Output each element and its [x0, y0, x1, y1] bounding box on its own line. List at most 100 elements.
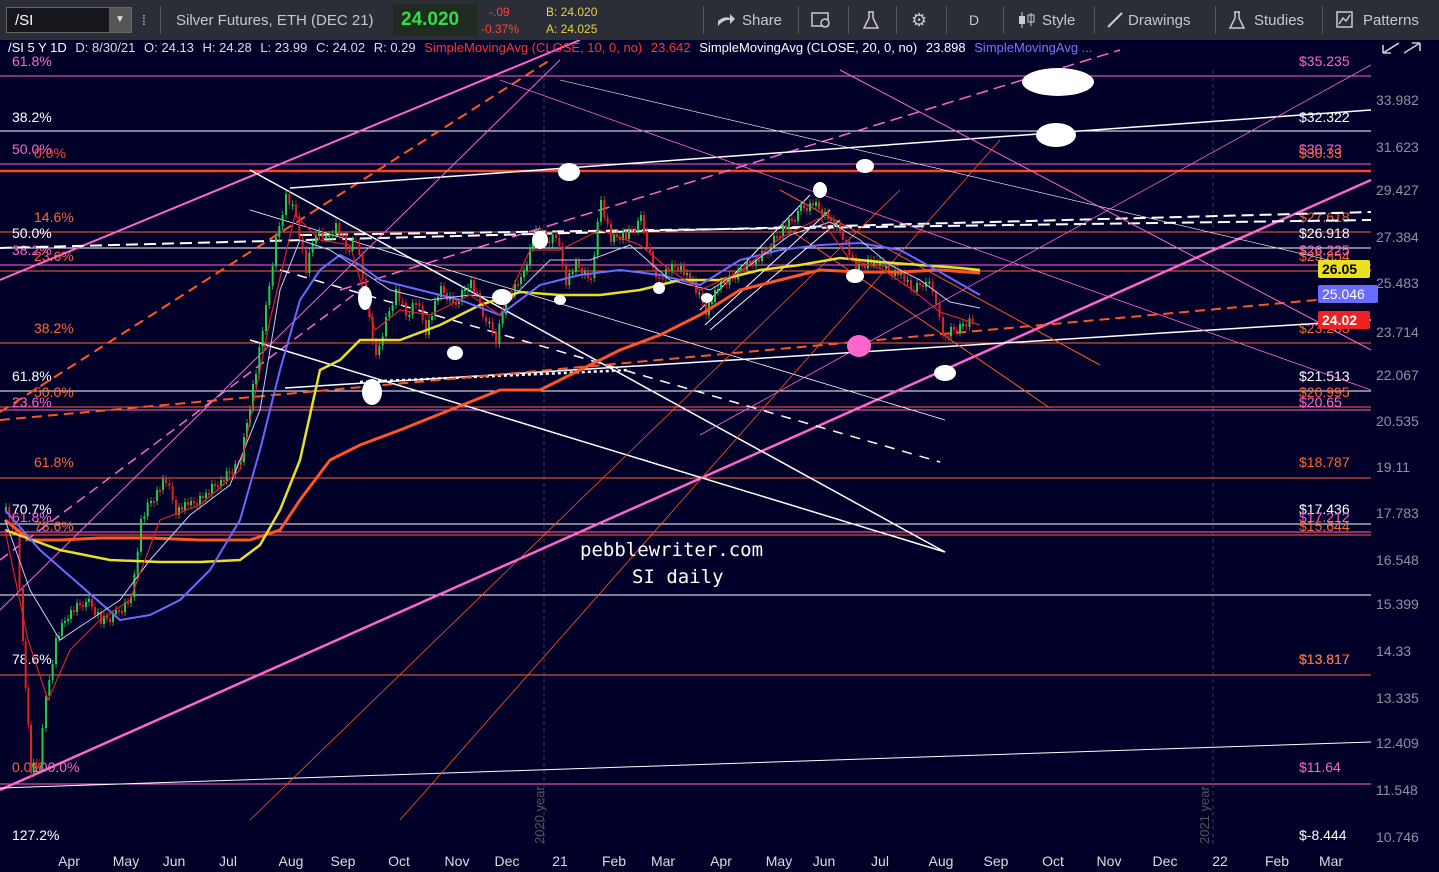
annotation-marker[interactable] — [856, 159, 874, 173]
candle — [301, 238, 304, 250]
fib-level-left-label: 14.6% — [34, 209, 74, 225]
bar-range: R: 0.29 — [373, 40, 416, 55]
candle — [82, 605, 84, 607]
candle — [431, 316, 433, 320]
candle — [523, 271, 525, 277]
candle — [24, 641, 27, 689]
period-selector[interactable]: D — [969, 0, 979, 40]
candle — [473, 280, 475, 292]
candle — [205, 493, 207, 498]
sma-more-label[interactable]: SimpleMovingAvg ... — [974, 40, 1092, 55]
candle — [947, 335, 950, 338]
studies-lab-button[interactable] — [862, 0, 880, 40]
symbol-input[interactable]: /SI ▼ — [6, 7, 132, 33]
candle — [649, 247, 651, 252]
annotation-marker[interactable] — [492, 289, 512, 305]
candle — [271, 266, 274, 286]
fib-level-left-label: 61.8% — [34, 454, 74, 470]
candle — [338, 223, 341, 236]
annotation-marker[interactable] — [358, 286, 372, 310]
candle — [962, 324, 964, 326]
candle — [806, 208, 808, 211]
style-button[interactable]: Style — [1016, 0, 1075, 40]
candle — [482, 305, 484, 317]
annotation-marker[interactable] — [653, 282, 665, 294]
annotation-marker[interactable] — [362, 379, 382, 405]
candle — [181, 507, 183, 510]
fib-level-price-label: $30.33 — [1299, 145, 1342, 161]
bar-date: D: 8/30/21 — [75, 40, 136, 55]
candle — [578, 261, 580, 268]
annotation-marker[interactable] — [846, 269, 864, 283]
candle — [548, 241, 551, 244]
candle — [794, 220, 796, 222]
annotation-marker[interactable] — [847, 335, 871, 357]
time-tick: Dec — [1153, 853, 1178, 869]
candle — [610, 223, 612, 242]
candle — [637, 221, 639, 231]
candle — [634, 230, 636, 232]
candle — [355, 240, 357, 243]
annotation-marker[interactable] — [554, 295, 566, 305]
annotation-marker[interactable] — [813, 182, 827, 198]
annotation-marker[interactable] — [1022, 68, 1094, 96]
chart-settings-button[interactable] — [811, 0, 833, 40]
candle — [485, 317, 487, 322]
candle — [41, 728, 44, 765]
candle — [758, 260, 760, 262]
percent-change: -0.37% — [481, 22, 520, 36]
fib-level-left-label: 50.0% — [12, 225, 52, 241]
gear-icon[interactable]: ⚙ — [911, 0, 927, 40]
candle — [70, 610, 72, 619]
annotation-marker[interactable] — [532, 231, 548, 249]
sma10-label[interactable]: SimpleMovingAvg (CLOSE, 10, 0, no) — [424, 40, 642, 55]
annotation-marker[interactable] — [701, 293, 713, 303]
candle — [345, 236, 347, 250]
candle — [51, 664, 54, 680]
fib-level-left-label: 23.6% — [12, 394, 52, 410]
annotation-marker[interactable] — [934, 365, 956, 381]
fib-level-price-label: $26.918 — [1299, 225, 1350, 241]
price-chart[interactable]: 61.8%38.2%50.0%0.0%14.6%50.0%38.2%23.6%3… — [0, 40, 1439, 872]
candle — [168, 483, 171, 486]
candle — [495, 332, 497, 344]
candle — [935, 292, 937, 304]
candle — [202, 496, 204, 498]
fib-level-left-label: 0.0% — [34, 145, 66, 161]
candle — [214, 484, 216, 486]
candle — [165, 479, 167, 483]
annotation-marker[interactable] — [447, 346, 463, 360]
candle — [222, 480, 225, 482]
candle — [467, 288, 469, 290]
candle — [335, 223, 337, 234]
annotation-marker[interactable] — [558, 163, 580, 181]
time-tick: Mar — [1319, 853, 1343, 869]
annotation-marker[interactable] — [1036, 123, 1076, 147]
candle — [944, 335, 947, 337]
time-tick: Jun — [813, 853, 836, 869]
patterns-button[interactable]: Patterns — [1335, 0, 1419, 40]
drag-handle-icon[interactable]: ⁞ — [142, 0, 146, 40]
candle — [121, 611, 123, 613]
candle — [341, 235, 344, 238]
sma-yellow-value: 26.05 — [1322, 261, 1357, 277]
candle — [268, 285, 271, 305]
candle — [558, 238, 561, 246]
time-tick: Jun — [163, 853, 186, 869]
candle — [156, 490, 158, 501]
candle — [785, 225, 787, 229]
candle — [255, 374, 257, 384]
drawings-button[interactable]: Drawings — [1106, 0, 1191, 40]
chevron-down-icon[interactable]: ▼ — [109, 8, 131, 32]
time-tick: Apr — [58, 853, 80, 869]
studies-button[interactable]: Studies — [1228, 0, 1304, 40]
candle — [171, 486, 174, 500]
candle — [476, 292, 478, 294]
candle — [520, 277, 522, 284]
sma20-label[interactable]: SimpleMovingAvg (CLOSE, 20, 0, no) — [699, 40, 917, 55]
time-tick: 22 — [1212, 853, 1228, 869]
share-icon — [718, 14, 735, 26]
candle — [225, 471, 228, 482]
share-button[interactable]: Share — [716, 0, 782, 40]
candle — [408, 315, 411, 317]
